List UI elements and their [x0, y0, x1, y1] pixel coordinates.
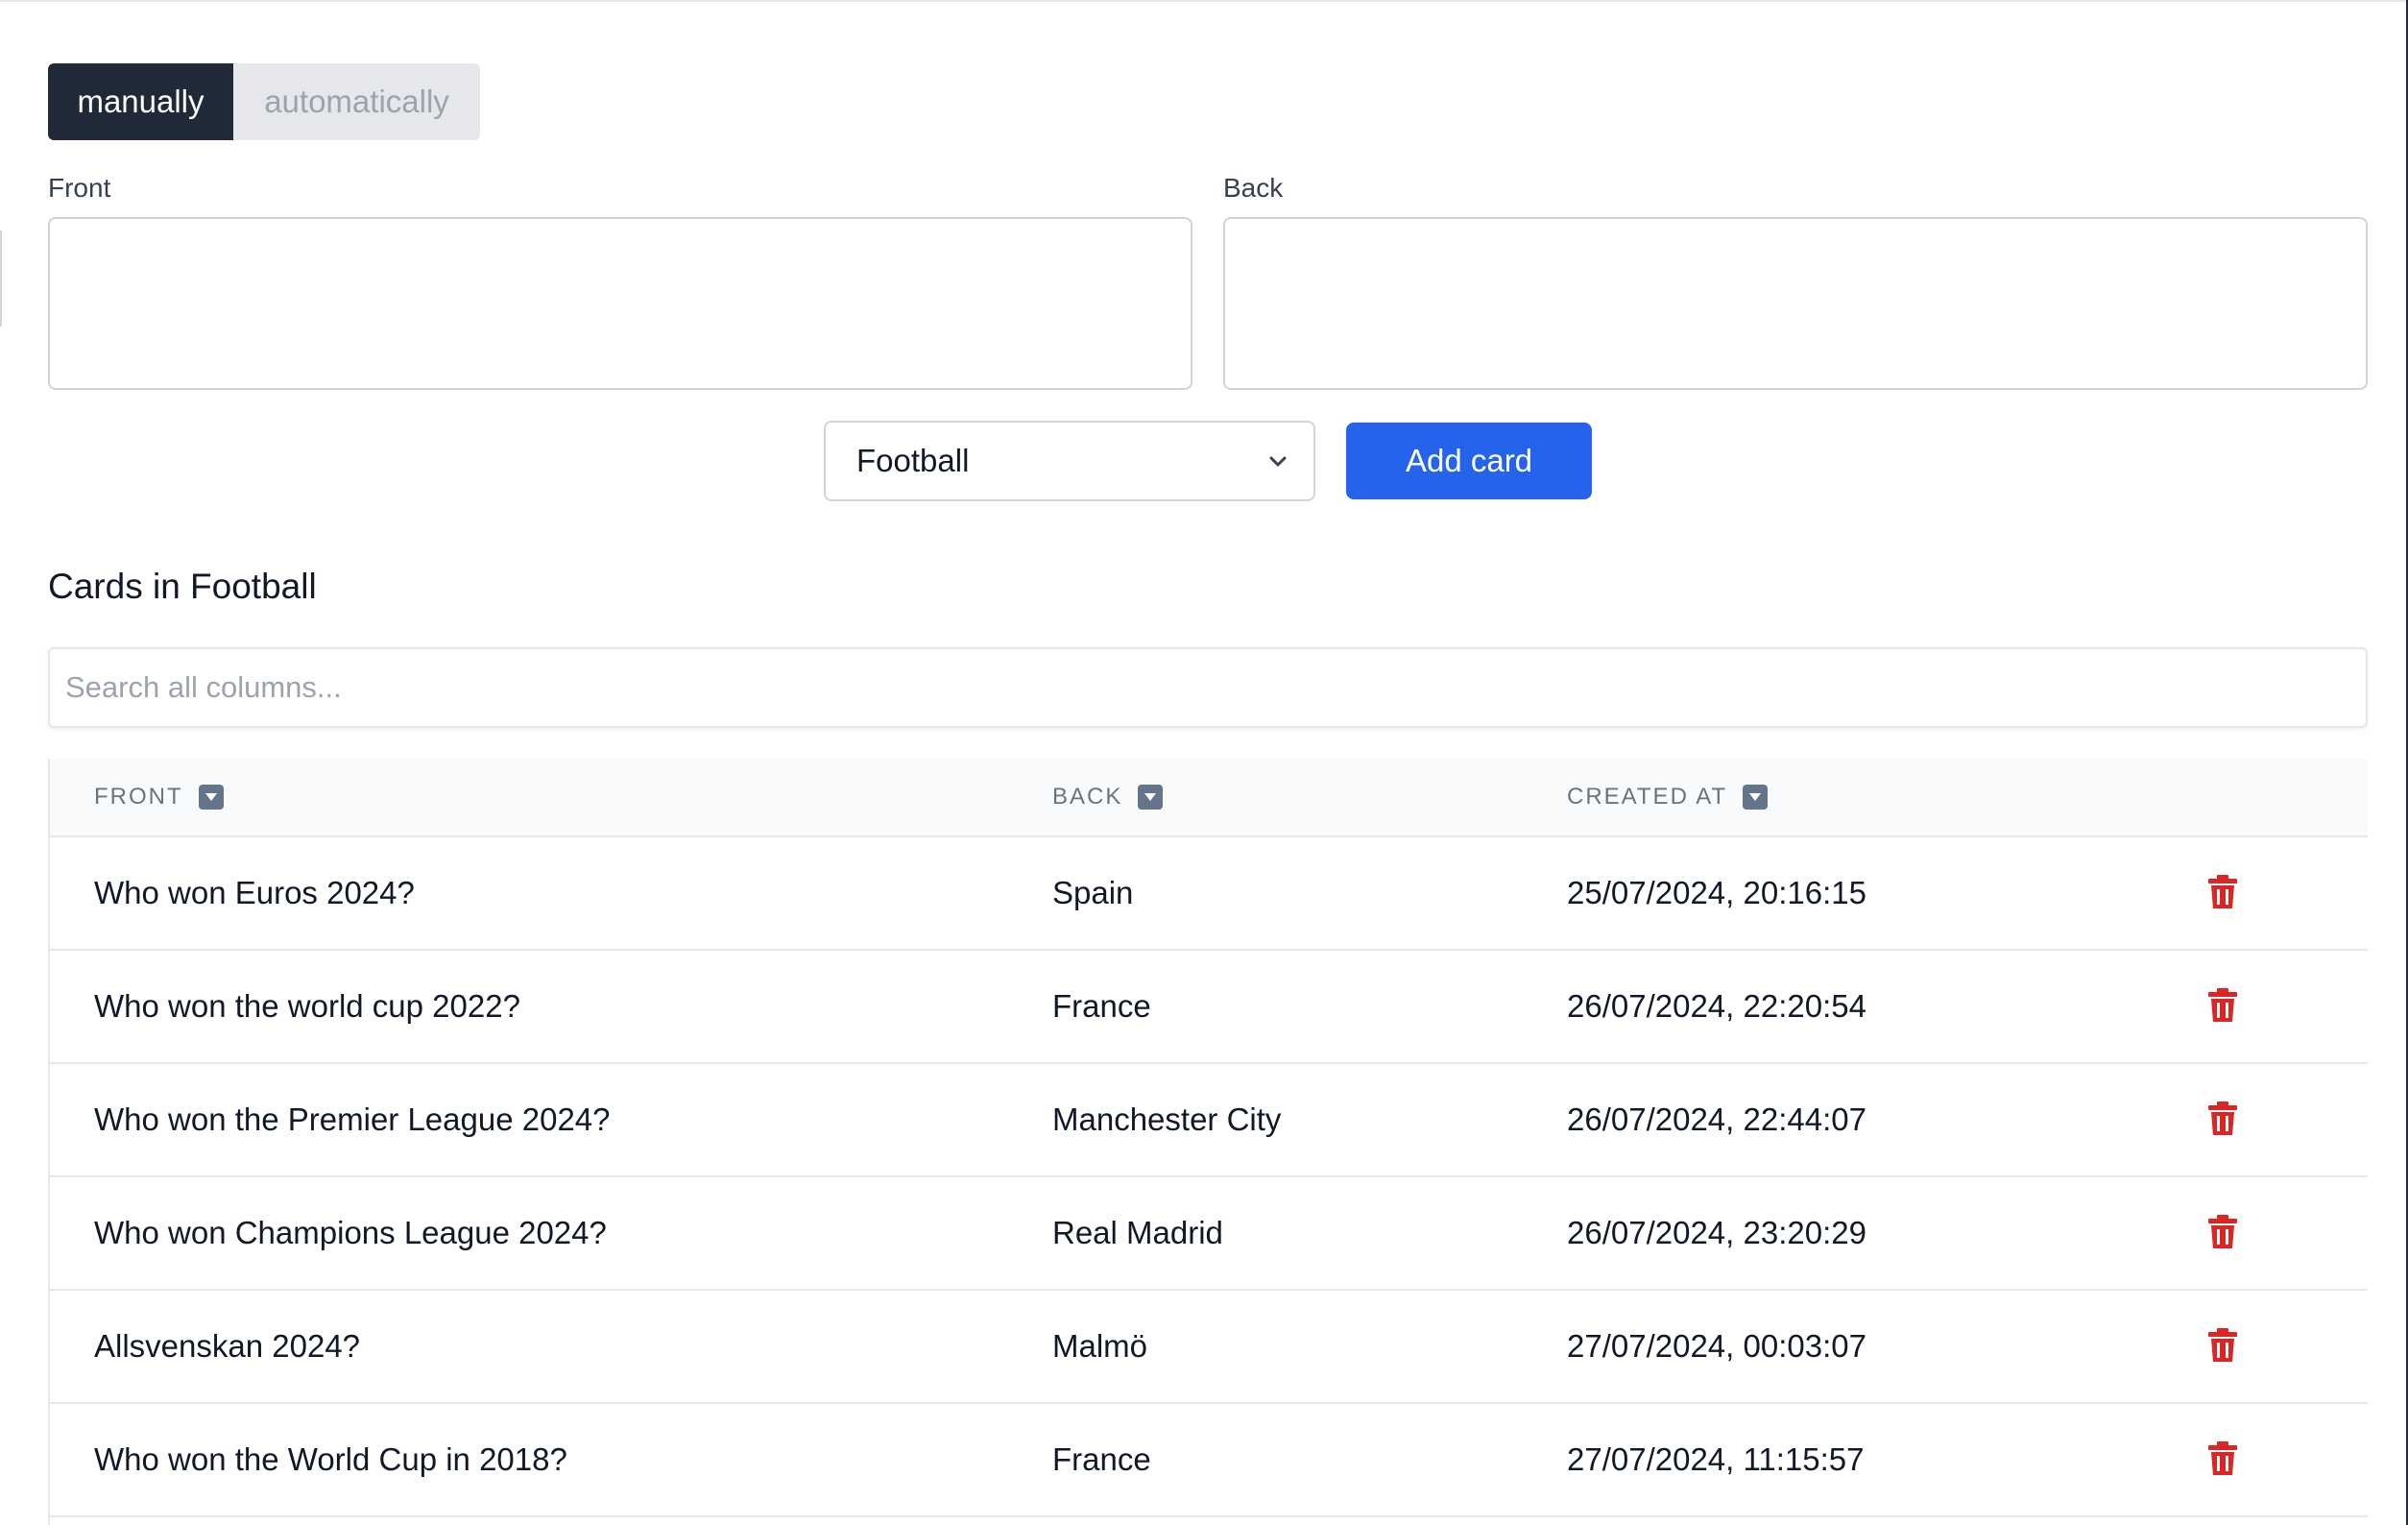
trash-icon[interactable] — [2206, 987, 2239, 1024]
table-row: Who won Euros 2024? Spain 25/07/2024, 20… — [48, 837, 2368, 951]
column-header-label: BACK — [1052, 784, 1123, 810]
cell-created-at: 25/07/2024, 20:16:15 — [1567, 875, 1866, 910]
trash-icon[interactable] — [2206, 1440, 2239, 1477]
cell-back: France — [1052, 1441, 1151, 1477]
window-edge-left — [0, 230, 2, 327]
cell-front: Who won the world cup 2022? — [94, 988, 520, 1024]
cell-back: Manchester City — [1052, 1101, 1282, 1137]
table-row: Who won Champions League 2024? Real Madr… — [48, 1177, 2368, 1291]
cell-created-at: 26/07/2024, 22:44:07 — [1567, 1101, 1866, 1137]
cell-back: Spain — [1052, 875, 1134, 910]
table-row: Allsvenskan 2024? Malmö 27/07/2024, 00:0… — [48, 1291, 2368, 1404]
sort-down-icon[interactable] — [1743, 785, 1769, 810]
chevron-down-icon — [1269, 456, 1287, 467]
column-header-created-at[interactable]: CREATED AT — [1567, 784, 1769, 811]
sort-down-icon[interactable] — [198, 785, 224, 810]
table-row: Who won the world cup 2022? France 26/07… — [48, 951, 2368, 1064]
column-header-front[interactable]: FRONT — [94, 784, 224, 811]
cell-created-at: 27/07/2024, 11:15:57 — [1567, 1441, 1865, 1477]
cell-front: Who won the World Cup in 2018? — [94, 1441, 567, 1477]
cell-front: Who won Champions League 2024? — [94, 1215, 607, 1250]
column-header-label: FRONT — [94, 784, 183, 810]
cell-front: Who won Euros 2024? — [94, 875, 415, 910]
cell-created-at: 27/07/2024, 00:03:07 — [1567, 1328, 1866, 1364]
cell-front: Who won the Premier League 2024? — [94, 1101, 611, 1137]
trash-icon[interactable] — [2206, 874, 2239, 910]
cell-back: France — [1052, 988, 1151, 1024]
table-row: Who won the World Cup in 2018? France 27… — [48, 1404, 2368, 1517]
cell-back: Malmö — [1052, 1328, 1148, 1364]
search-input[interactable] — [48, 647, 2368, 728]
back-input[interactable] — [1223, 217, 2368, 390]
sort-down-icon[interactable] — [1138, 785, 1164, 810]
cell-created-at: 26/07/2024, 23:20:29 — [1567, 1215, 1866, 1250]
cell-created-at: 26/07/2024, 22:20:54 — [1567, 988, 1866, 1024]
table-border — [48, 759, 50, 1525]
trash-icon[interactable] — [2206, 1327, 2239, 1364]
column-header-back[interactable]: BACK — [1052, 784, 1164, 811]
front-label: Front — [48, 173, 111, 203]
back-label: Back — [1223, 173, 1284, 203]
front-input[interactable] — [48, 217, 1192, 390]
table-header: FRONT BACK CREATED AT — [48, 759, 2368, 837]
cell-front: Allsvenskan 2024? — [94, 1328, 361, 1364]
trash-icon[interactable] — [2206, 1214, 2239, 1250]
column-header-label: CREATED AT — [1567, 784, 1728, 810]
automatic-mode-button[interactable]: automatically — [233, 63, 480, 140]
manual-mode-button[interactable]: manually — [48, 63, 233, 140]
cell-back: Real Madrid — [1052, 1215, 1223, 1250]
table-row: Who won the Premier League 2024? Manches… — [48, 1064, 2368, 1177]
mode-toggle: manually automatically — [48, 63, 480, 140]
deck-select-value: Football — [856, 443, 970, 478]
cards-table: FRONT BACK CREATED AT Who won Euros 2024… — [48, 759, 2368, 1517]
trash-icon[interactable] — [2206, 1101, 2239, 1137]
deck-select[interactable]: Football — [824, 421, 1315, 501]
add-card-button[interactable]: Add card — [1346, 423, 1592, 499]
section-title: Cards in Football — [48, 567, 317, 606]
